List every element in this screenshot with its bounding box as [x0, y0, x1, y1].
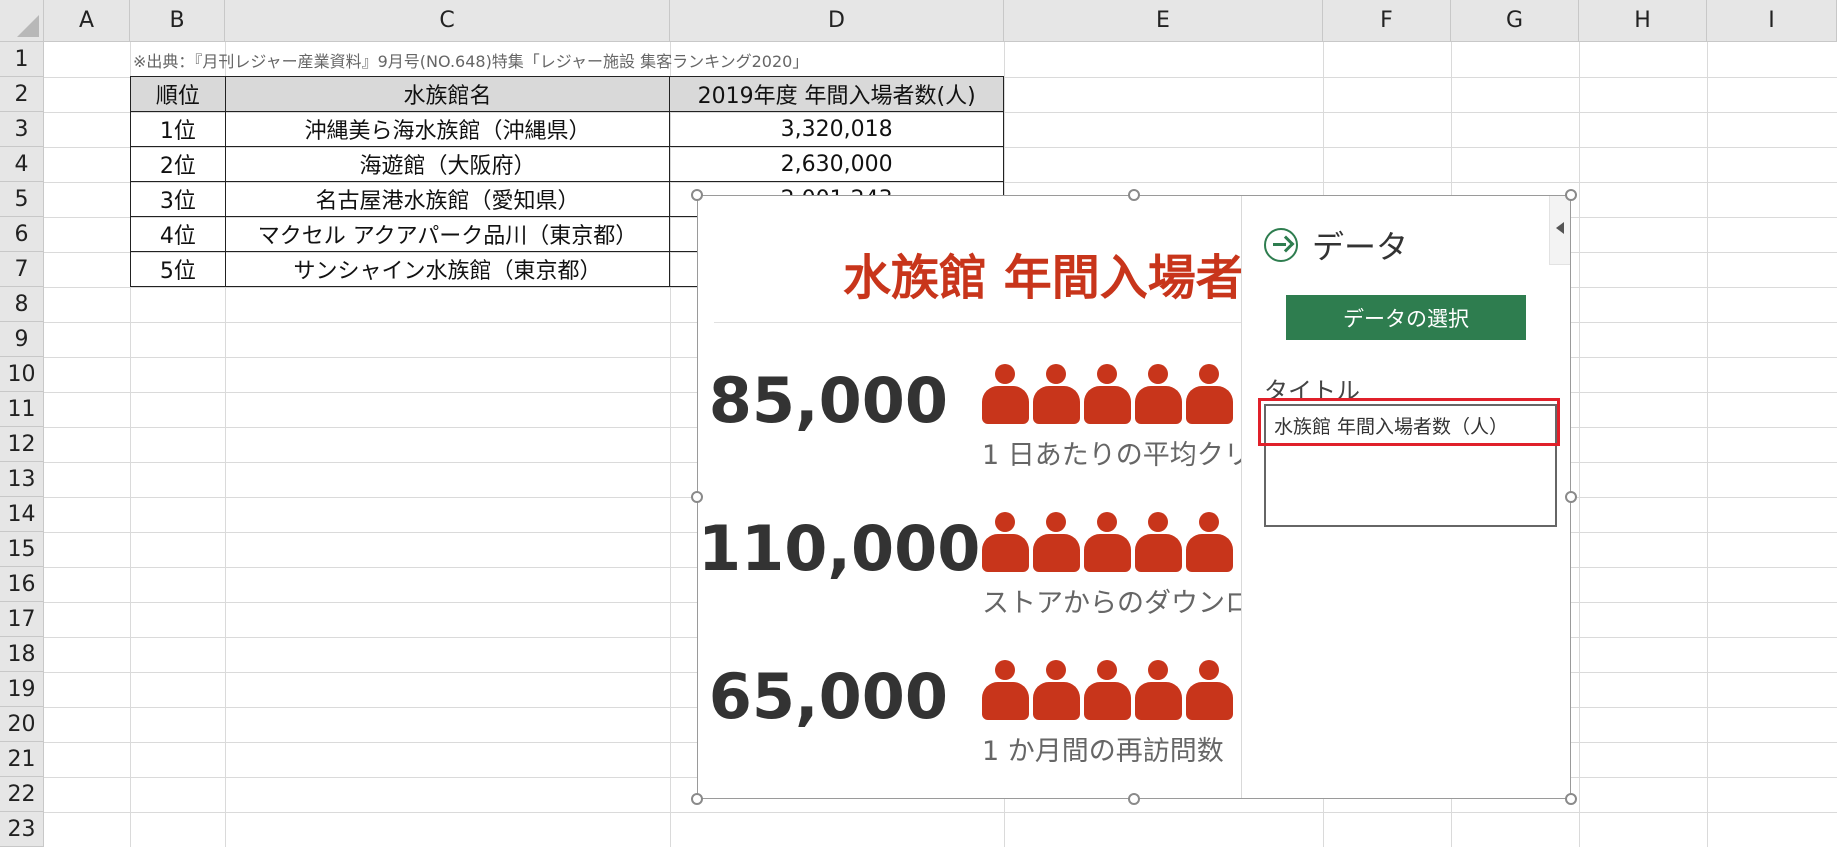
visitors-cell[interactable]: 3,320,018 [669, 111, 1004, 147]
source-note[interactable]: ※出典：『月刊レジャー産業資料』9月号(NO.648)特集「レジャー施設 集客ラ… [133, 47, 808, 73]
col-header-d[interactable]: D [670, 0, 1004, 42]
rank-cell[interactable]: 2位 [130, 146, 226, 182]
collapse-pane-tab[interactable] [1549, 196, 1570, 265]
stat-number: 85,000 [708, 364, 948, 437]
person-icon [1033, 660, 1080, 720]
people-icons-row [982, 364, 1233, 424]
chevron-left-icon [1556, 222, 1564, 234]
row-header-5[interactable]: 5 [0, 182, 44, 217]
row-header-6[interactable]: 6 [0, 217, 44, 252]
row-header-9[interactable]: 9 [0, 322, 44, 357]
col-header-f[interactable]: F [1323, 0, 1451, 42]
infographic-area[interactable]: 水族館 年間入場者 85,000 1 日あたりの平均クリ 110,000 ストア… [698, 196, 1241, 798]
row-header-11[interactable]: 11 [0, 392, 44, 427]
resize-handle-top-left[interactable] [691, 189, 703, 201]
person-icon [982, 364, 1029, 424]
select-data-button[interactable]: データの選択 [1286, 295, 1526, 340]
rank-cell[interactable]: 5位 [130, 251, 226, 287]
resize-handle-top-right[interactable] [1565, 189, 1577, 201]
col-header-g[interactable]: G [1451, 0, 1579, 42]
col-header-c[interactable]: C [225, 0, 670, 42]
name-cell[interactable]: サンシャイン水族館（東京都） [224, 251, 671, 287]
row-header-3[interactable]: 3 [0, 112, 44, 147]
person-icon [1186, 364, 1233, 424]
person-icon [1033, 512, 1080, 572]
row-header-13[interactable]: 13 [0, 462, 44, 497]
data-settings-pane: データ データの選択 タイトル 水族館 年間入場者数（人） [1241, 196, 1570, 798]
person-icon [1135, 660, 1182, 720]
title-label: タイトル [1264, 377, 1360, 405]
row-header-1[interactable]: 1 [0, 42, 44, 77]
row-header-19[interactable]: 19 [0, 672, 44, 707]
resize-handle-right[interactable] [1565, 491, 1577, 503]
resize-handle-top[interactable] [1128, 189, 1140, 201]
row-header-21[interactable]: 21 [0, 742, 44, 777]
people-icons-row [982, 512, 1233, 572]
stat-caption: 1 か月間の再訪問数 [982, 736, 1224, 767]
people-icons-row [982, 660, 1233, 720]
rank-cell[interactable]: 3位 [130, 181, 226, 217]
select-all-corner[interactable] [0, 0, 44, 42]
infographic-title: 水族館 年間入場者 [843, 250, 1241, 306]
row-header-14[interactable]: 14 [0, 497, 44, 532]
name-cell[interactable]: マクセル アクアパーク品川（東京都） [224, 216, 671, 252]
table-header-row: 順位 水族館名 2019年度 年間入場者数(人) [130, 76, 1004, 112]
pane-header: データ [1264, 222, 1408, 268]
resize-handle-left[interactable] [691, 491, 703, 503]
person-icon [982, 512, 1029, 572]
person-icon [1084, 512, 1131, 572]
row-header-8[interactable]: 8 [0, 287, 44, 322]
row-header-7[interactable]: 7 [0, 252, 44, 287]
row-header-20[interactable]: 20 [0, 707, 44, 742]
table-row: 2位 海遊館（大阪府） 2,630,000 [130, 146, 1004, 182]
stat-caption: 1 日あたりの平均クリ [982, 440, 1241, 471]
row-header-12[interactable]: 12 [0, 427, 44, 462]
title-input[interactable]: 水族館 年間入場者数（人） [1264, 404, 1557, 527]
arrow-right-circle-icon[interactable] [1264, 228, 1298, 262]
col-header-a[interactable]: A [44, 0, 130, 42]
person-icon [1084, 364, 1131, 424]
header-aquarium-name[interactable]: 水族館名 [224, 76, 671, 112]
person-icon [1186, 660, 1233, 720]
name-cell[interactable]: 海遊館（大阪府） [224, 146, 671, 182]
visitors-cell[interactable]: 2,630,000 [669, 146, 1004, 182]
people-graph-addin[interactable]: 水族館 年間入場者 85,000 1 日あたりの平均クリ 110,000 ストア… [697, 195, 1571, 799]
resize-handle-bottom[interactable] [1128, 793, 1140, 805]
row-header-10[interactable]: 10 [0, 357, 44, 392]
header-visitors[interactable]: 2019年度 年間入場者数(人) [669, 76, 1004, 112]
col-header-i[interactable]: I [1707, 0, 1837, 42]
stat-number: 65,000 [708, 660, 948, 733]
table-row: 1位 沖縄美ら海水族館（沖縄県） 3,320,018 [130, 111, 1004, 147]
stat-number: 110,000 [698, 512, 981, 585]
person-icon [982, 660, 1029, 720]
person-icon [1084, 660, 1131, 720]
col-header-e[interactable]: E [1004, 0, 1323, 42]
name-cell[interactable]: 沖縄美ら海水族館（沖縄県） [224, 111, 671, 147]
row-header-17[interactable]: 17 [0, 602, 44, 637]
person-icon [1135, 364, 1182, 424]
rank-cell[interactable]: 4位 [130, 216, 226, 252]
resize-handle-bottom-right[interactable] [1565, 793, 1577, 805]
header-rank[interactable]: 順位 [130, 76, 226, 112]
row-header-4[interactable]: 4 [0, 147, 44, 182]
col-header-b[interactable]: B [130, 0, 225, 42]
resize-handle-bottom-left[interactable] [691, 793, 703, 805]
row-header-15[interactable]: 15 [0, 532, 44, 567]
row-header-22[interactable]: 22 [0, 777, 44, 812]
row-header-23[interactable]: 23 [0, 812, 44, 847]
stat-caption: ストアからのダウンロ [982, 588, 1241, 619]
row-header-18[interactable]: 18 [0, 637, 44, 672]
name-cell[interactable]: 名古屋港水族館（愛知県） [224, 181, 671, 217]
col-header-h[interactable]: H [1579, 0, 1707, 42]
rank-cell[interactable]: 1位 [130, 111, 226, 147]
pane-title: データ [1312, 228, 1409, 266]
row-header-2[interactable]: 2 [0, 77, 44, 112]
infographic-separator [714, 322, 1241, 323]
person-icon [1033, 364, 1080, 424]
title-input-value: 水族館 年間入場者数（人） [1274, 416, 1509, 438]
person-icon [1186, 512, 1233, 572]
row-header-16[interactable]: 16 [0, 567, 44, 602]
person-icon [1135, 512, 1182, 572]
